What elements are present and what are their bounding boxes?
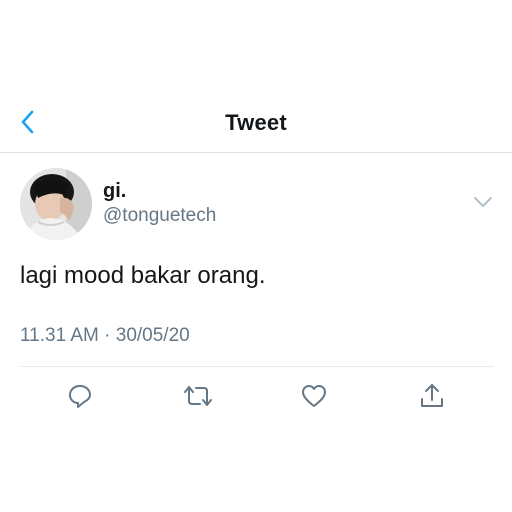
profile-photo-icon — [20, 168, 92, 240]
divider — [20, 366, 494, 367]
tweet-time: 11.31 AM — [20, 325, 99, 346]
tweet-options-button[interactable] — [472, 194, 494, 210]
tweet-date: 30/05/20 — [115, 325, 190, 346]
share-button[interactable] — [416, 380, 448, 412]
author-name[interactable]: gi. — [103, 180, 126, 203]
like-button[interactable] — [298, 380, 330, 412]
tweet-detail-page: Tweet gi. @tonguetech lagi mood bakar or… — [0, 0, 512, 512]
reply-button[interactable] — [64, 380, 96, 412]
page-title: Tweet — [225, 110, 287, 135]
tweet-text: lagi mood bakar orang. — [20, 262, 266, 289]
share-icon — [421, 384, 443, 407]
like-icon — [302, 385, 326, 407]
chevron-down-icon — [474, 197, 492, 207]
top-navigation-bar: Tweet — [0, 96, 512, 153]
tweet-action-bar — [0, 380, 512, 412]
avatar[interactable] — [20, 168, 92, 240]
tweet-timestamp: 11.31 AM · 30/05/20 — [20, 325, 190, 347]
retweet-button[interactable] — [182, 380, 214, 412]
retweet-icon — [184, 386, 212, 406]
timestamp-separator: · — [104, 325, 111, 346]
reply-icon — [69, 385, 91, 408]
author-handle[interactable]: @tonguetech — [103, 205, 216, 227]
